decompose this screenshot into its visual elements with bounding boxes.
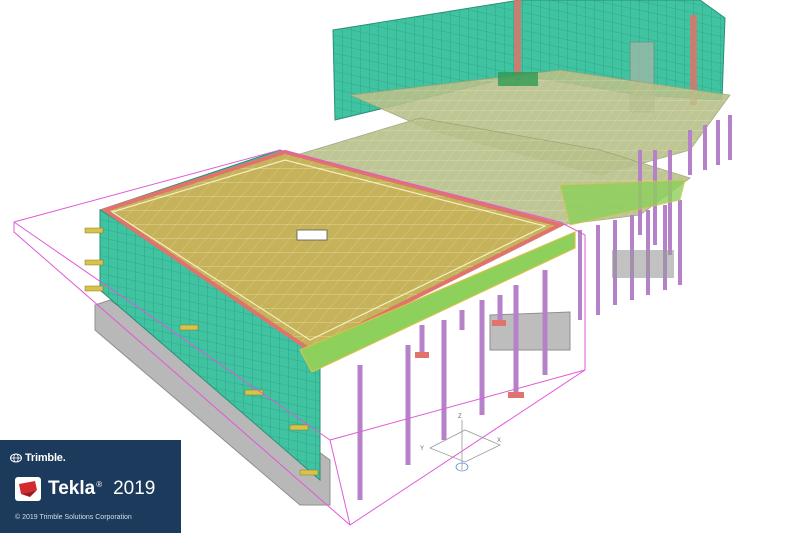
coordinate-axis: Z Y X: [420, 414, 501, 472]
slab-opening: [296, 229, 328, 241]
splash-panel: Trimble. Tekla® 2019 © 2019 Trimble Solu…: [0, 440, 181, 533]
svg-text:Y: Y: [420, 446, 424, 452]
svg-text:Z: Z: [458, 414, 462, 420]
trimble-globe-icon: [10, 453, 22, 463]
far-footing: [612, 250, 674, 278]
trimble-brand: Trimble.: [25, 452, 66, 464]
trimble-logo: Trimble.: [10, 452, 66, 464]
product-name: Tekla®: [48, 478, 103, 499]
svg-text:X: X: [497, 438, 501, 444]
tekla-title-row: Tekla® 2019: [15, 477, 155, 501]
product-version: 2019: [113, 478, 156, 499]
tekla-logo-icon: [15, 477, 41, 501]
copyright-notice: © 2019 Trimble Solutions Corporation: [15, 514, 132, 521]
